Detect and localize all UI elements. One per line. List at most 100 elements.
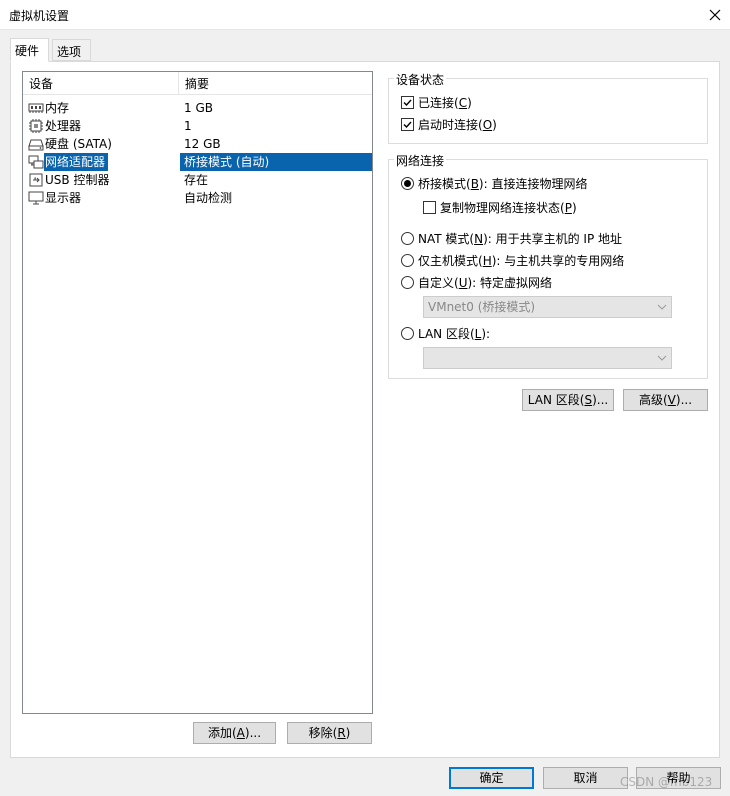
- radio-circle: [401, 276, 414, 289]
- device-summary: 12 GB: [184, 137, 221, 151]
- device-status-title: 设备状态: [394, 71, 447, 88]
- radio-circle: [401, 232, 414, 245]
- cancel-button[interactable]: 取消: [543, 767, 628, 789]
- device-row-memory[interactable]: 内存 1 GB: [23, 99, 372, 117]
- display-icon: [28, 191, 44, 205]
- window-title: 虚拟机设置: [9, 9, 70, 23]
- memory-icon: [28, 103, 44, 113]
- mnemonic-key: A: [236, 726, 245, 740]
- host-only-mode-radio[interactable]: 仅主机模式(H): 与主机共享的专用网络: [401, 252, 624, 269]
- usb-controller-icon: [29, 173, 43, 187]
- mnemonic-key: B: [470, 176, 479, 191]
- remove-device-button[interactable]: 移除(R): [287, 722, 372, 744]
- label-part: ): [467, 95, 472, 110]
- network-connection-title: 网络连接: [394, 152, 447, 169]
- hard-disk-icon: [28, 139, 44, 151]
- mnemonic-key: V: [667, 393, 676, 407]
- mnemonic-key: S: [584, 393, 593, 407]
- label-part: ): 用于共享主机的 IP 地址: [483, 232, 623, 246]
- bridged-mode-radio[interactable]: 桥接模式(B): 直接连接物理网络: [401, 175, 587, 192]
- lan-segment-radio[interactable]: LAN 区段(L):: [401, 325, 490, 342]
- mnemonic-key: L: [474, 326, 482, 341]
- combo-value: VMnet0 (桥接模式): [428, 300, 536, 314]
- mnemonic-key: C: [458, 95, 468, 110]
- checkbox-box: [401, 118, 414, 131]
- radio-circle: [401, 327, 414, 340]
- label-part: )...: [592, 393, 609, 407]
- device-row-processor[interactable]: 处理器 1: [23, 117, 372, 135]
- device-row-usb-controller[interactable]: USB 控制器 存在: [23, 171, 372, 189]
- device-name: 硬盘 (SATA): [45, 137, 112, 151]
- checkbox-box: [401, 96, 414, 109]
- tab-options-label: 选项: [57, 45, 82, 59]
- title-bar: 虚拟机设置: [0, 0, 730, 30]
- connect-at-power-on-checkbox[interactable]: 启动时连接(O): [401, 116, 497, 133]
- device-row-display[interactable]: 显示器 自动检测: [23, 189, 372, 207]
- label-part: LAN 区段(: [418, 327, 475, 341]
- label-part: NAT 模式(: [418, 232, 475, 246]
- label-part: LAN 区段(: [527, 393, 585, 407]
- nat-mode-radio[interactable]: NAT 模式(N): 用于共享主机的 IP 地址: [401, 230, 622, 247]
- device-name: 网络适配器: [44, 153, 109, 171]
- lan-segment-combo[interactable]: [423, 347, 672, 369]
- label-part: 已连接(: [418, 96, 459, 110]
- mnemonic-key: O: [482, 117, 493, 132]
- close-button[interactable]: [700, 0, 730, 30]
- tab-hardware[interactable]: 硬件: [10, 38, 49, 62]
- chevron-down-icon: [657, 355, 667, 361]
- device-name: USB 控制器: [45, 173, 110, 187]
- label-part: 高级(: [638, 393, 668, 407]
- device-summary: 存在: [184, 173, 209, 187]
- checkmark-icon: [403, 99, 412, 107]
- radio-circle: [401, 177, 414, 190]
- device-name: 处理器: [45, 119, 82, 133]
- checkbox-box: [423, 201, 436, 214]
- label-part: 桥接模式(: [418, 177, 471, 191]
- radio-dot: [404, 180, 411, 187]
- radio-circle: [401, 254, 414, 267]
- label-part: 复制物理网络连接状态(: [440, 201, 565, 215]
- label-part: ): [492, 117, 497, 132]
- label-part: 仅主机模式(: [418, 254, 483, 268]
- label-part: 移除(: [308, 726, 338, 740]
- processor-icon: [29, 119, 43, 133]
- device-name: 内存: [45, 101, 70, 115]
- tab-options[interactable]: 选项: [52, 39, 91, 61]
- mnemonic-key: P: [564, 200, 572, 215]
- label-part: ): 直接连接物理网络: [478, 177, 588, 191]
- label-part: ): [571, 200, 577, 215]
- label-part: 启动时连接(: [418, 118, 483, 132]
- network-connection-group: [388, 159, 708, 379]
- device-list[interactable]: 设备 摘要 内存 1 GB 处理器 1 硬盘 (SATA) 12 GB 网络适配…: [22, 71, 373, 714]
- label-part: 自定义(: [418, 276, 459, 290]
- custom-network-combo[interactable]: VMnet0 (桥接模式): [423, 296, 672, 318]
- watermark: CSDN @mb123: [620, 775, 713, 789]
- label-part: ): [345, 726, 351, 740]
- mnemonic-key: N: [474, 231, 484, 246]
- list-header: 设备 摘要: [23, 72, 372, 95]
- replicate-physical-state-checkbox[interactable]: 复制物理网络连接状态(P): [423, 199, 577, 216]
- device-summary: 1: [184, 119, 192, 133]
- add-device-button[interactable]: 添加(A)...: [193, 722, 276, 744]
- device-row-hard-disk[interactable]: 硬盘 (SATA) 12 GB: [23, 135, 372, 153]
- mnemonic-key: H: [482, 253, 492, 268]
- label-part: )...: [675, 393, 693, 407]
- column-header-device[interactable]: 设备: [23, 72, 179, 95]
- advanced-button[interactable]: 高级(V)...: [623, 389, 708, 411]
- tab-hardware-label: 硬件: [15, 44, 40, 58]
- device-row-network-adapter[interactable]: 网络适配器 桥接模式 (自动): [23, 153, 372, 171]
- connected-checkbox[interactable]: 已连接(C): [401, 94, 472, 111]
- device-summary: 自动检测: [184, 191, 233, 205]
- ok-button[interactable]: 确定: [449, 767, 534, 789]
- device-summary: 1 GB: [184, 101, 213, 115]
- chevron-down-icon: [657, 304, 667, 310]
- lan-segments-button[interactable]: LAN 区段(S)...: [522, 389, 614, 411]
- mnemonic-key: R: [337, 726, 346, 740]
- label-part: ): 与主机共享的专用网络: [491, 254, 625, 268]
- device-summary: 桥接模式 (自动): [184, 155, 270, 169]
- checkmark-icon: [403, 121, 412, 129]
- mnemonic-key: U: [458, 275, 468, 290]
- device-name: 显示器: [45, 191, 82, 205]
- custom-network-radio[interactable]: 自定义(U): 特定虚拟网络: [401, 274, 552, 291]
- column-header-summary[interactable]: 摘要: [179, 72, 373, 95]
